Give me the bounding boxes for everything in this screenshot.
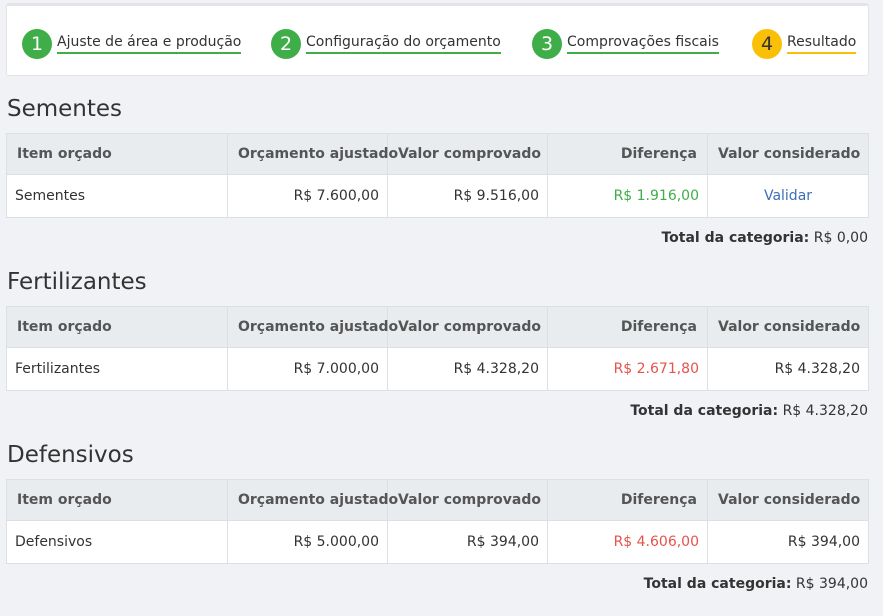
col-header-item: Item orçado: [6, 479, 228, 521]
col-header-considered: Valor considerado: [707, 133, 869, 175]
col-header-budget: Orçamento ajustado: [227, 133, 398, 175]
section-title-fertilizantes: Fertilizantes: [7, 269, 147, 295]
table-row: Sementes R$ 7.600,00 R$ 9.516,00 R$ 1.91…: [6, 174, 869, 218]
col-header-budget: Orçamento ajustado: [227, 479, 398, 521]
section-title-sementes: Sementes: [7, 96, 123, 122]
cell-difference: R$ 1.916,00: [547, 174, 708, 218]
table-row: Defensivos R$ 5.000,00 R$ 394,00 R$ 4.60…: [6, 520, 869, 564]
col-header-difference: Diferença: [547, 306, 708, 348]
step-number: 2: [271, 29, 301, 59]
step-number: 4: [752, 29, 782, 59]
col-header-difference: Diferença: [547, 133, 708, 175]
col-header-difference: Diferença: [547, 479, 708, 521]
table-header-row: Item orçado Orçamento ajustado Valor com…: [6, 133, 869, 175]
cell-proven: R$ 394,00: [387, 520, 548, 564]
col-header-considered: Valor considerado: [707, 306, 869, 348]
cell-budget: R$ 7.000,00: [227, 347, 388, 391]
cell-proven: R$ 4.328,20: [387, 347, 548, 391]
total-value: R$ 0,00: [813, 230, 868, 246]
cell-item: Fertilizantes: [6, 347, 228, 391]
col-header-item: Item orçado: [6, 133, 228, 175]
cell-considered: R$ 4.328,20: [707, 347, 869, 391]
cell-considered: R$ 394,00: [707, 520, 869, 564]
step-label[interactable]: Comprovações fiscais: [567, 34, 719, 54]
total-label: Total da categoria:: [630, 403, 779, 419]
total-value: R$ 394,00: [795, 576, 868, 592]
step-3[interactable]: 3 Comprovações fiscais: [532, 29, 719, 59]
category-total: Total da categoria: R$ 394,00: [644, 576, 868, 592]
total-label: Total da categoria:: [661, 230, 810, 246]
step-number: 1: [22, 29, 52, 59]
step-label[interactable]: Configuração do orçamento: [306, 34, 501, 54]
table-header-row: Item orçado Orçamento ajustado Valor com…: [6, 479, 869, 521]
cell-budget: R$ 7.600,00: [227, 174, 388, 218]
table-header-row: Item orçado Orçamento ajustado Valor com…: [6, 306, 869, 348]
col-header-proven: Valor comprovado: [387, 133, 548, 175]
step-1[interactable]: 1 Ajuste de área e produção: [22, 29, 242, 59]
cell-item: Sementes: [6, 174, 228, 218]
section-title-defensivos: Defensivos: [7, 442, 134, 468]
col-header-proven: Valor comprovado: [387, 479, 548, 521]
step-2[interactable]: 2 Configuração do orçamento: [271, 29, 501, 59]
step-label[interactable]: Resultado: [787, 34, 857, 54]
table-row: Fertilizantes R$ 7.000,00 R$ 4.328,20 R$…: [6, 347, 869, 391]
wizard-stepper: 1 Ajuste de área e produção 2 Configuraç…: [6, 3, 869, 76]
cell-item: Defensivos: [6, 520, 228, 564]
step-4[interactable]: 4 Resultado: [752, 29, 857, 59]
col-header-budget: Orçamento ajustado: [227, 306, 398, 348]
cell-difference: R$ 4.606,00: [547, 520, 708, 564]
cell-proven: R$ 9.516,00: [387, 174, 548, 218]
step-label[interactable]: Ajuste de área e produção: [57, 34, 242, 54]
cell-budget: R$ 5.000,00: [227, 520, 388, 564]
total-value: R$ 4.328,20: [782, 403, 868, 419]
col-header-item: Item orçado: [6, 306, 228, 348]
cell-difference: R$ 2.671,80: [547, 347, 708, 391]
category-total: Total da categoria: R$ 0,00: [661, 230, 868, 246]
col-header-considered: Valor considerado: [707, 479, 869, 521]
validate-link[interactable]: Validar: [707, 174, 869, 218]
step-number: 3: [532, 29, 562, 59]
category-total: Total da categoria: R$ 4.328,20: [630, 403, 868, 419]
total-label: Total da categoria:: [643, 576, 792, 592]
col-header-proven: Valor comprovado: [387, 306, 548, 348]
budget-table-fertilizantes: Item orçado Orçamento ajustado Valor com…: [6, 306, 869, 391]
budget-table-defensivos: Item orçado Orçamento ajustado Valor com…: [6, 479, 869, 564]
budget-table-sementes: Item orçado Orçamento ajustado Valor com…: [6, 133, 869, 218]
